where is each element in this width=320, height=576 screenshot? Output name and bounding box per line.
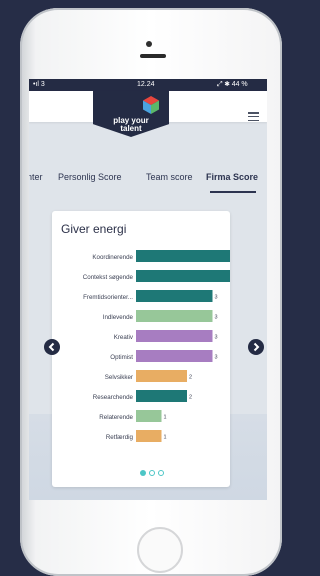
battery-indicator: ⤢ ✱ 44 % [217, 81, 248, 88]
bar-category-label: Relaterende [99, 414, 133, 421]
tab-bar: nter Personlig Score Team score Firma Sc… [29, 171, 267, 189]
logo-cube-icon [143, 96, 159, 114]
logo-text: play your talent [93, 117, 169, 133]
tab-team-score[interactable]: Team score [146, 172, 193, 182]
pagination-dot[interactable] [140, 470, 146, 476]
bar-value-label: 2 [189, 395, 192, 401]
bar [136, 430, 162, 442]
tab-firma-score[interactable]: Firma Score [206, 172, 258, 182]
bar-category-label: Indlevende [103, 314, 134, 321]
bar-value-label: 1 [164, 415, 167, 421]
hamburger-menu-icon[interactable] [248, 112, 259, 122]
bar-category-label: Retfærdig [106, 434, 134, 441]
logo-line-2: talent [120, 124, 142, 133]
bar-value-label: 3 [215, 355, 218, 361]
clock: 12.24 [137, 81, 155, 88]
bar [136, 370, 187, 382]
bar-category-label: Koordinerende [92, 254, 133, 261]
front-camera [146, 41, 152, 47]
tab-personlig-score[interactable]: Personlig Score [58, 172, 122, 182]
active-tab-indicator [210, 191, 256, 193]
earpiece [140, 54, 166, 58]
bar-value-label: 2 [189, 375, 192, 381]
chevron-right-icon [253, 342, 260, 352]
status-bar: •ıl 3 12.24 ⤢ ✱ 44 % [29, 79, 267, 91]
bar-value-label: 3 [215, 335, 218, 341]
bar-category-label: Researchende [93, 394, 134, 401]
signal-indicator: •ıl 3 [33, 81, 45, 88]
bar-value-label: 3 [215, 295, 218, 301]
pagination-dot[interactable] [149, 470, 155, 476]
chevron-left-icon [48, 342, 55, 352]
bar-value-label: 3 [215, 315, 218, 321]
tab-partial[interactable]: nter [29, 172, 43, 182]
bar-value-label: 1 [164, 435, 167, 441]
bar-chart: Koordinerende4Contekst søgende4Fremtidso… [83, 250, 230, 442]
bar [136, 390, 187, 402]
bar-category-label: Fremtidsorienter... [83, 294, 133, 301]
next-arrow-button[interactable] [248, 339, 264, 355]
bar-category-label: Kreativ [114, 334, 134, 341]
screen: •ıl 3 12.24 ⤢ ✱ 44 % play your talent nt… [29, 79, 267, 500]
pagination-dot[interactable] [158, 470, 164, 476]
bar [136, 410, 162, 422]
score-card: Giver energi Koordinerende4Contekst søge… [52, 211, 230, 487]
bar [136, 290, 213, 302]
previous-arrow-button[interactable] [44, 339, 60, 355]
home-button[interactable] [137, 527, 183, 573]
bar [136, 270, 230, 282]
bar [136, 250, 230, 262]
bar [136, 310, 213, 322]
bar-category-label: Optimist [110, 354, 133, 361]
bar [136, 330, 213, 342]
bar-category-label: Contekst søgende [83, 274, 134, 281]
bar [136, 350, 213, 362]
bar-category-label: Selvsikker [105, 374, 133, 381]
